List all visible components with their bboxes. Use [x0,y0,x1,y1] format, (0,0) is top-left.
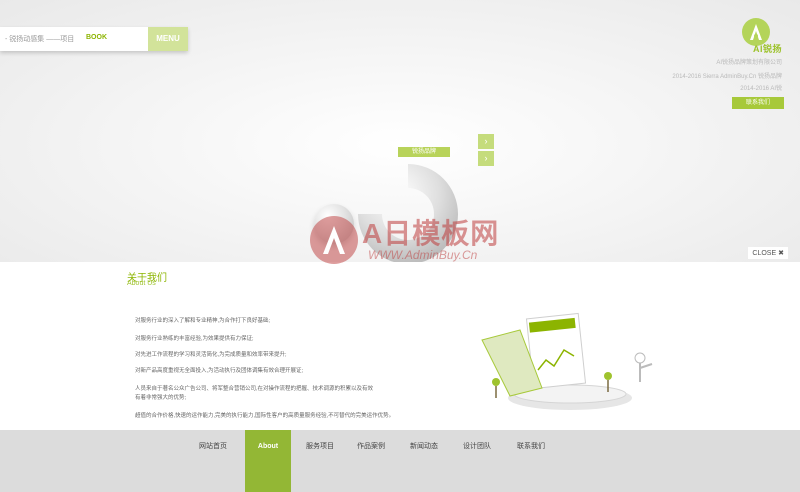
side-tab-up[interactable]: › [478,134,494,149]
nav-item-about[interactable]: About [245,430,291,492]
about-subtitle: About Us [127,280,156,287]
about-illustration [481,312,653,410]
nav-item-contact[interactable]: 联系我们 [508,430,554,492]
close-button[interactable]: CLOSE ✖ [748,247,788,259]
top-nav-bar: - 锐扬动感集 ——项目 BOOK MENU [0,27,188,51]
company-phone: 2014-2016 AI锐 [740,86,782,92]
side-tab-down[interactable]: › [478,151,494,166]
nav-item-services[interactable]: 服务项目 [297,430,343,492]
about-paragraph: 对先进工作流程的学习和灵活简化,为完成质量和效率带来提升; [135,352,287,358]
watermark-url: WWW.AdminBuy.Cn [368,248,478,262]
close-icon: ✖ [778,250,784,257]
logo-text: AI锐扬 [752,44,782,54]
about-paragraph: 对服务行业的深入了解和专业精神,为合作打下良好基础; [135,318,271,324]
about-panel [0,262,800,430]
company-address: 2014-2016 Sierra AdminBuy.Cn 锐扬品牌 [672,74,782,80]
company-name: AI锐扬品牌策划有限公司 [716,60,782,66]
side-tabs: › › [478,134,494,168]
watermark-logo-icon [310,216,358,264]
about-paragraph: 对服务行业熟练的丰富经验,为效果提供有力保证; [135,336,254,342]
nav-item-home[interactable]: 网站首页 [190,430,236,492]
nav-item-works[interactable]: 作品案例 [348,430,394,492]
watermark: A日模板网 WWW.AdminBuy.Cn [302,208,512,278]
watermark-text: A日模板网 [362,218,500,249]
about-paragraph: 超值的合作价格,快速的运作能力,完美的执行能力,国际性客户的高质量服务经验,不可… [135,413,395,419]
book-link[interactable]: BOOK [86,34,107,41]
close-label: CLOSE [752,250,777,257]
about-paragraph: 人员来自于著名公众广告公司、将军整合营销公司,在对操作流程的把握、技术调源的积累… [135,386,374,392]
menu-button[interactable]: MENU [148,27,188,51]
about-paragraph: 有着非常强大的优势; [135,395,187,401]
bottom-nav: 网站首页 About 服务项目 作品案例 新闻动态 设计团队 联系我们 [0,430,800,492]
breadcrumb: - 锐扬动感集 ——项目 [5,36,75,43]
nav-item-team[interactable]: 设计团队 [454,430,500,492]
about-paragraph: 对新产品高度重视无全面投入,为活动执行及团体调集有效合理开展证; [135,368,304,374]
nav-item-news[interactable]: 新闻动态 [401,430,447,492]
stage-tag-label: 锐扬品牌 [398,147,450,157]
contact-button[interactable]: 联系我们 [732,97,784,109]
